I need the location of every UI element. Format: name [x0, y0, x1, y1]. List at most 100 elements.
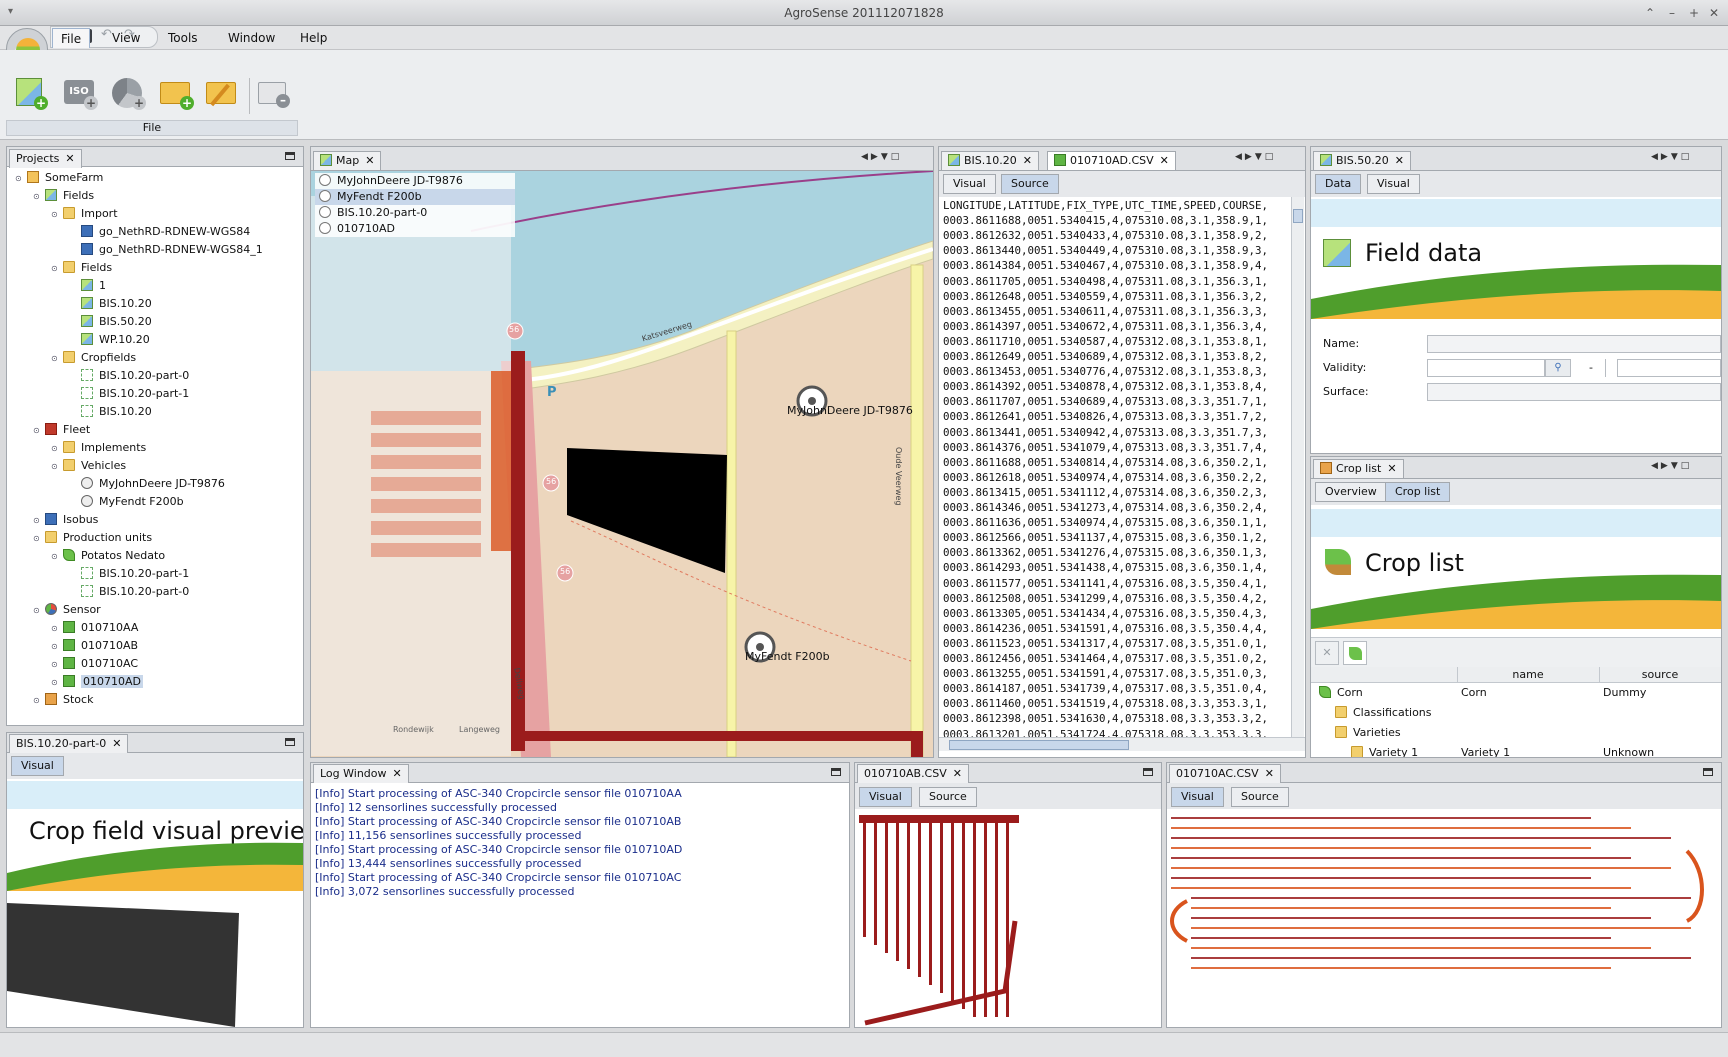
crop-source-cell[interactable]: Unknown: [1603, 743, 1654, 757]
crop-table-row[interactable]: Varieties: [1311, 723, 1721, 743]
tree-item[interactable]: ⊙ Stock: [33, 691, 93, 708]
tree-item[interactable]: ⊙ Implements: [51, 439, 146, 456]
subtab-visual[interactable]: Visual: [859, 787, 912, 807]
tree-item[interactable]: MyFendt F200b: [69, 493, 184, 510]
minimize-icon[interactable]: –: [1664, 5, 1680, 21]
add-crop-button[interactable]: [1343, 641, 1367, 665]
tab-nav-buttons[interactable]: ◀▶▼□: [861, 152, 902, 166]
tree-item[interactable]: ⊙ Fleet: [33, 421, 90, 438]
close-tab-icon[interactable]: ✕: [65, 152, 74, 165]
tree-item[interactable]: go_NethRD-RDNEW-WGS84_1: [69, 241, 263, 258]
subtab-crop-list[interactable]: Crop list: [1385, 482, 1451, 502]
tab-crop-list[interactable]: Crop list ✕: [1313, 459, 1404, 478]
tree-item[interactable]: ⊙ Vehicles: [51, 457, 126, 474]
delete-icon[interactable]: ✕: [1315, 641, 1339, 665]
tree-toggle-icon[interactable]: ⊙: [15, 170, 27, 187]
minimize-panel-icon[interactable]: [1703, 768, 1713, 776]
shade-icon[interactable]: ⌃: [1642, 5, 1658, 21]
subtab-data[interactable]: Data: [1315, 174, 1362, 194]
log-text-area[interactable]: [Info] Start processing of ASC-340 Cropc…: [311, 785, 849, 1027]
layer-visibility-icon[interactable]: [319, 174, 331, 186]
crop-table-row[interactable]: Corn Corn Dummy: [1311, 683, 1721, 703]
tree-item[interactable]: BIS.10.20-part-0: [69, 583, 189, 600]
tab-nav-buttons[interactable]: ◀▶▼□: [1651, 461, 1692, 475]
tree-toggle-icon[interactable]: ⊙: [51, 260, 63, 277]
crop-table-row[interactable]: Variety 1 Variety 1 Unknown: [1311, 743, 1721, 757]
tree-toggle-icon[interactable]: ⊙: [33, 188, 45, 205]
tree-item[interactable]: BIS.10.20-part-1: [69, 385, 189, 402]
edit-folder-button[interactable]: [204, 76, 242, 114]
tree-toggle-icon[interactable]: ⊙: [33, 512, 45, 529]
layer-visibility-icon[interactable]: [319, 222, 331, 234]
tab-nav-buttons[interactable]: ◀▶▼□: [1651, 152, 1692, 166]
vertical-scrollbar[interactable]: [1291, 197, 1304, 737]
subtab-visual[interactable]: Visual: [943, 174, 996, 194]
tree-toggle-icon[interactable]: ⊙: [51, 638, 63, 655]
tree-item[interactable]: MyJohnDeere JD-T9876: [69, 475, 225, 492]
close-tab-icon[interactable]: ✕: [1160, 154, 1169, 167]
tree-item[interactable]: ⊙ Production units: [33, 529, 152, 546]
subtab-visual[interactable]: Visual: [1367, 174, 1420, 194]
tree-item[interactable]: ⊙ Potatos Nedato: [51, 547, 165, 564]
tab-010710ab-csv[interactable]: 010710AB.CSV ✕: [857, 764, 969, 783]
tree-toggle-icon[interactable]: ⊙: [51, 548, 63, 565]
tree-toggle-icon[interactable]: ⊙: [51, 458, 63, 475]
close-tab-icon[interactable]: ✕: [393, 767, 402, 780]
close-tab-icon[interactable]: ✕: [1023, 154, 1032, 167]
tab-010710ac-csv[interactable]: 010710AC.CSV ✕: [1169, 764, 1281, 783]
surface-field[interactable]: [1427, 383, 1721, 401]
column-source[interactable]: source: [1599, 668, 1721, 681]
tab-nav-buttons[interactable]: ◀▶▼□: [1235, 152, 1276, 166]
close-icon[interactable]: ✕: [1706, 5, 1722, 21]
close-tab-icon[interactable]: ✕: [953, 767, 962, 780]
minimize-panel-icon[interactable]: [831, 768, 841, 776]
tree-item[interactable]: ⊙ Sensor: [33, 601, 101, 618]
layer-visibility-icon[interactable]: [319, 190, 331, 202]
crop-name-cell[interactable]: Corn: [1461, 683, 1487, 703]
date-picker-pin-icon[interactable]: ⚲: [1545, 359, 1571, 377]
tree-toggle-icon[interactable]: ⊙: [33, 422, 45, 439]
tree-toggle-icon[interactable]: ⊙: [33, 692, 45, 709]
menu-file[interactable]: File: [52, 28, 91, 48]
tab-bis-50-20[interactable]: BIS.50.20 ✕: [1313, 151, 1411, 170]
tree-item[interactable]: BIS.10.20-part-1: [69, 565, 189, 582]
tree-toggle-icon[interactable]: ⊙: [51, 656, 63, 673]
tree-item[interactable]: ⊙ 010710AC: [51, 655, 138, 672]
crop-table-row[interactable]: Classifications: [1311, 703, 1721, 723]
tree-item[interactable]: ⊙ Isobus: [33, 511, 98, 528]
menu-help[interactable]: Help: [292, 28, 335, 48]
horizontal-scrollbar[interactable]: [939, 737, 1305, 751]
subtab-source[interactable]: Source: [1001, 174, 1059, 194]
crop-source-cell[interactable]: Dummy: [1603, 683, 1646, 703]
map-layer-item[interactable]: 010710AD: [315, 221, 515, 237]
tree-item[interactable]: 1: [69, 277, 106, 294]
add-sensor-button[interactable]: +: [110, 76, 148, 114]
close-tab-icon[interactable]: ✕: [1395, 154, 1404, 167]
tree-item[interactable]: ⊙ Import: [51, 205, 118, 222]
tree-item[interactable]: BIS.10.20-part-0: [69, 367, 189, 384]
crop-name-cell[interactable]: Variety 1: [1461, 743, 1510, 757]
tab-crop-preview[interactable]: BIS.10.20-part-0 ✕: [9, 734, 129, 753]
tree-item[interactable]: ⊙ SomeFarm: [15, 169, 103, 186]
minimize-panel-icon[interactable]: [285, 152, 295, 160]
subtab-source[interactable]: Source: [919, 787, 977, 807]
minimize-panel-icon[interactable]: [1143, 768, 1153, 776]
tree-item[interactable]: ⊙ Cropfields: [51, 349, 136, 366]
close-tab-icon[interactable]: ✕: [1387, 462, 1396, 475]
tab-010710ad-csv[interactable]: 010710AD.CSV ✕: [1047, 151, 1176, 170]
subtab-visual[interactable]: Visual: [1171, 787, 1224, 807]
tree-item[interactable]: ⊙ Fields: [33, 187, 94, 204]
tree-toggle-icon[interactable]: ⊙: [51, 440, 63, 457]
map-layer-item[interactable]: BIS.10.20-part-0: [315, 205, 515, 221]
validity-start-field[interactable]: [1427, 359, 1545, 377]
subtab-overview[interactable]: Overview: [1315, 482, 1387, 502]
minimize-panel-icon[interactable]: [285, 738, 295, 746]
new-field-button[interactable]: +: [12, 76, 50, 114]
maximize-icon[interactable]: +: [1686, 5, 1702, 21]
menu-view[interactable]: View: [104, 28, 148, 48]
tree-toggle-icon[interactable]: ⊙: [51, 206, 63, 223]
menu-window[interactable]: Window: [220, 28, 283, 48]
tree-item[interactable]: ⊙ 010710AA: [51, 619, 138, 636]
tab-log-window[interactable]: Log Window ✕: [313, 764, 409, 783]
validity-end-field[interactable]: [1617, 359, 1721, 377]
